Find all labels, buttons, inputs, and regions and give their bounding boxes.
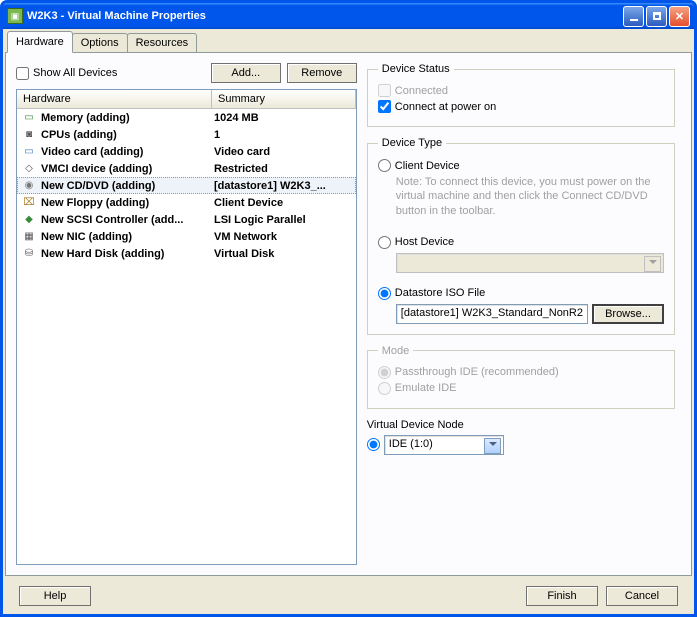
hardware-row[interactable]: ◙ CPUs (adding)1: [17, 126, 356, 143]
hardware-name: New Floppy (adding): [41, 197, 212, 209]
emulate-radio: [378, 382, 391, 395]
hardware-summary: Video card: [212, 146, 356, 158]
hardware-row[interactable]: ⛁ New Hard Disk (adding)Virtual Disk: [17, 245, 356, 262]
hardware-name: New Hard Disk (adding): [41, 248, 212, 260]
device-status-group: Device Status Connected Connect at power…: [367, 63, 675, 127]
add-button[interactable]: Add...: [211, 63, 281, 83]
hardware-summary: LSI Logic Parallel: [212, 214, 356, 226]
vmci-icon: ◇: [21, 162, 37, 176]
connect-at-poweron-checkbox[interactable]: [378, 100, 391, 113]
hardware-summary: VM Network: [212, 231, 356, 243]
column-header-hardware[interactable]: Hardware: [17, 90, 212, 108]
passthrough-label: Passthrough IDE (recommended): [395, 366, 559, 378]
hardware-row[interactable]: ▭ Video card (adding)Video card: [17, 143, 356, 160]
app-icon: ▣: [7, 8, 23, 24]
maximize-button[interactable]: [646, 6, 667, 27]
hardware-summary: 1024 MB: [212, 112, 356, 124]
floppy-icon: ⌧: [21, 196, 37, 210]
finish-button[interactable]: Finish: [526, 586, 598, 606]
nic-icon: ▦: [21, 230, 37, 244]
device-status-legend: Device Status: [378, 63, 454, 75]
host-device-label: Host Device: [395, 236, 454, 248]
mode-group: Mode Passthrough IDE (recommended) Emula…: [367, 345, 675, 409]
hardware-row[interactable]: ◇ VMCI device (adding)Restricted: [17, 160, 356, 177]
help-button[interactable]: Help: [19, 586, 91, 606]
connected-checkbox: [378, 84, 391, 97]
close-button[interactable]: ✕: [669, 6, 690, 27]
device-type-legend: Device Type: [378, 137, 446, 149]
hardware-name: VMCI device (adding): [41, 163, 212, 175]
hardware-name: Memory (adding): [41, 112, 212, 124]
column-header-summary[interactable]: Summary: [212, 90, 356, 108]
hardware-name: New NIC (adding): [41, 231, 212, 243]
show-all-devices-label: Show All Devices: [33, 67, 117, 79]
browse-button[interactable]: Browse...: [592, 304, 664, 324]
virtual-device-node-combo[interactable]: IDE (1:0): [384, 435, 504, 455]
hardware-summary: Restricted: [212, 163, 356, 175]
mode-legend: Mode: [378, 345, 414, 357]
device-type-group: Device Type Client Device Note: To conne…: [367, 137, 675, 335]
cd-icon: ◉: [21, 179, 37, 193]
remove-button[interactable]: Remove: [287, 63, 357, 83]
hardware-name: New SCSI Controller (add...: [41, 214, 212, 226]
cpu-icon: ◙: [21, 128, 37, 142]
host-device-radio[interactable]: [378, 236, 391, 249]
scsi-icon: ◆: [21, 213, 37, 227]
hardware-name: CPUs (adding): [41, 129, 212, 141]
host-device-combo: [396, 253, 664, 273]
hardware-summary: Virtual Disk: [212, 248, 356, 260]
memory-icon: ▭: [21, 111, 37, 125]
client-device-radio[interactable]: [378, 159, 391, 172]
hardware-table: Hardware Summary ▭ Memory (adding)1024 MB…: [16, 89, 357, 565]
hardware-row[interactable]: ◉ New CD/DVD (adding)[datastore1] W2K3_..…: [17, 177, 356, 194]
datastore-iso-path[interactable]: [datastore1] W2K3_Standard_NonR2: [396, 304, 588, 324]
disk-icon: ⛁: [21, 247, 37, 261]
client-device-label: Client Device: [395, 160, 460, 172]
tab-options[interactable]: Options: [72, 33, 128, 52]
hardware-summary: 1: [212, 129, 356, 141]
hardware-name: New CD/DVD (adding): [41, 180, 212, 192]
show-all-devices-checkbox[interactable]: Show All Devices: [16, 67, 211, 80]
hardware-name: Video card (adding): [41, 146, 212, 158]
passthrough-radio: [378, 366, 391, 379]
hardware-row[interactable]: ▦ New NIC (adding)VM Network: [17, 228, 356, 245]
client-device-note: Note: To connect this device, you must p…: [396, 175, 664, 218]
minimize-button[interactable]: [623, 6, 644, 27]
hardware-row[interactable]: ◆ New SCSI Controller (add...LSI Logic Pa…: [17, 211, 356, 228]
virtual-device-node-label: Virtual Device Node: [367, 419, 675, 431]
tab-resources[interactable]: Resources: [127, 33, 198, 52]
hardware-summary: [datastore1] W2K3_...: [212, 180, 356, 192]
hardware-summary: Client Device: [212, 197, 356, 209]
datastore-iso-radio[interactable]: [378, 287, 391, 300]
window-title: W2K3 - Virtual Machine Properties: [27, 10, 623, 22]
connect-at-poweron-label: Connect at power on: [395, 101, 497, 113]
cancel-button[interactable]: Cancel: [606, 586, 678, 606]
connected-label: Connected: [395, 85, 448, 97]
tab-hardware[interactable]: Hardware: [7, 31, 73, 53]
virtual-device-node-radio[interactable]: [367, 438, 380, 451]
datastore-iso-label: Datastore ISO File: [395, 287, 485, 299]
video-icon: ▭: [21, 145, 37, 159]
hardware-row[interactable]: ▭ Memory (adding)1024 MB: [17, 109, 356, 126]
emulate-label: Emulate IDE: [395, 382, 457, 394]
hardware-row[interactable]: ⌧ New Floppy (adding)Client Device: [17, 194, 356, 211]
